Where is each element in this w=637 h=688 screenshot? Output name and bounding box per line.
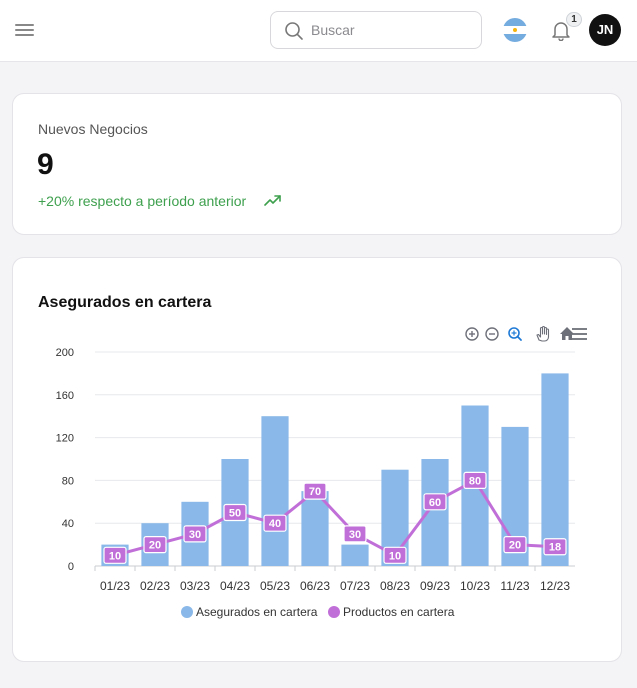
x-tick-label: 01/23 bbox=[100, 579, 130, 593]
chart-menu-icon[interactable] bbox=[572, 328, 587, 340]
chart: 04080120160200 1020305040703010608020 18 … bbox=[56, 325, 587, 619]
chart-toolbar bbox=[465, 325, 587, 342]
chart-card: 0 40 80 120 160 200 10 20 30 50 40 70 30 10 60 80 20 18 … bbox=[12, 257, 622, 662]
y-tick-label: 200 bbox=[56, 347, 74, 359]
y-tick-label: 0 bbox=[68, 561, 74, 573]
x-tick-label: 03/23 bbox=[180, 579, 210, 593]
data-label-text: 20 bbox=[509, 540, 521, 552]
x-tick-label: 10/23 bbox=[460, 579, 490, 593]
data-label-text: 18 bbox=[549, 542, 561, 554]
kpi-value: 9 bbox=[37, 148, 54, 181]
x-tick-label: 02/23 bbox=[140, 579, 170, 593]
legend-marker bbox=[328, 606, 340, 618]
zoom-in-icon[interactable] bbox=[465, 327, 479, 341]
trending-up-icon bbox=[264, 195, 281, 206]
reset-home-icon[interactable] bbox=[560, 327, 574, 340]
data-label: 50 bbox=[223, 503, 247, 522]
x-tick-label: 05/23 bbox=[260, 579, 290, 593]
y-tick-label: 80 bbox=[62, 475, 74, 487]
avatar[interactable]: JN bbox=[589, 14, 621, 46]
x-tick-label: 07/23 bbox=[340, 579, 370, 593]
chart-title: Asegurados en cartera bbox=[38, 294, 212, 311]
notification-badge: 1 bbox=[566, 12, 582, 27]
legend-marker bbox=[181, 606, 193, 618]
data-label: 20 bbox=[143, 536, 167, 554]
bar bbox=[341, 544, 369, 566]
kpi-card: Nuevos Negocios 9 +20% respecto a períod… bbox=[12, 93, 622, 235]
argentina-flag-icon[interactable] bbox=[503, 18, 527, 42]
kpi-label: Nuevos Negocios bbox=[38, 121, 148, 137]
selection-zoom-icon[interactable] bbox=[508, 327, 522, 341]
data-label-text: 50 bbox=[229, 508, 241, 520]
data-label-text: 20 bbox=[149, 540, 161, 552]
series-line bbox=[114, 478, 556, 557]
top-bar: 1 JN bbox=[0, 0, 637, 62]
data-label-text: 40 bbox=[269, 518, 281, 530]
search-box[interactable] bbox=[270, 11, 482, 49]
search-icon bbox=[285, 22, 303, 40]
data-label: 70 bbox=[303, 482, 327, 500]
data-label-text: 30 bbox=[349, 529, 361, 541]
bar bbox=[261, 416, 289, 566]
x-tick-label: 12/23 bbox=[540, 579, 570, 593]
kpi-delta: +20% respecto a período anterior bbox=[38, 193, 281, 209]
y-tick-label: 160 bbox=[56, 390, 74, 402]
data-label-text: 10 bbox=[389, 550, 401, 562]
x-tick-label: 09/23 bbox=[420, 579, 450, 593]
data-label: 10 bbox=[103, 546, 127, 564]
x-tick-label: 08/23 bbox=[380, 579, 410, 593]
x-tick-label: 04/23 bbox=[220, 579, 250, 593]
data-label: 60 bbox=[423, 493, 447, 511]
data-label: 10 bbox=[383, 546, 407, 564]
data-label: 18 bbox=[543, 538, 567, 556]
kpi-delta-text: +20% respecto a período anterior bbox=[38, 193, 247, 209]
search-input[interactable] bbox=[311, 20, 471, 40]
pan-hand-icon[interactable] bbox=[536, 325, 550, 342]
data-label: 80 bbox=[463, 471, 487, 489]
legend-label: Productos en cartera bbox=[343, 605, 455, 619]
zoom-out-icon[interactable] bbox=[485, 327, 499, 341]
data-label: 30 bbox=[343, 525, 367, 543]
y-tick-label: 120 bbox=[56, 433, 74, 445]
data-label-text: 80 bbox=[469, 475, 481, 487]
data-label-text: 30 bbox=[189, 529, 201, 541]
data-label-text: 70 bbox=[309, 486, 321, 498]
data-label: 20 bbox=[503, 536, 527, 554]
legend-label: Asegurados en cartera bbox=[196, 605, 318, 619]
menu-icon[interactable] bbox=[15, 22, 35, 38]
data-label-text: 60 bbox=[429, 497, 441, 509]
x-tick-label: 11/23 bbox=[500, 579, 529, 593]
y-tick-label: 40 bbox=[62, 518, 74, 530]
data-label: 30 bbox=[183, 525, 207, 543]
x-tick-label: 06/23 bbox=[300, 579, 330, 593]
data-label-text: 10 bbox=[109, 550, 121, 562]
bar bbox=[541, 373, 569, 566]
data-label: 40 bbox=[263, 514, 287, 532]
